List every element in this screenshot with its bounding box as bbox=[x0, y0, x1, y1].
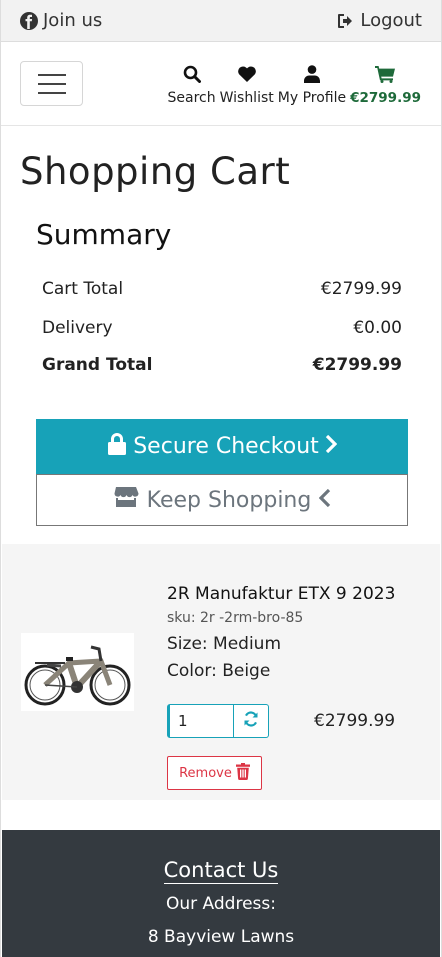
cart-item-row: 2R Manufaktur ETX 9 2023 sku: 2r -2rm-br… bbox=[2, 544, 440, 800]
contact-heading: Contact Us bbox=[2, 858, 440, 884]
top-bar: Join us Logout bbox=[1, 0, 441, 42]
summary-row-cart-total: Cart Total €2799.99 bbox=[42, 279, 402, 299]
product-name[interactable]: 2R Manufaktur ETX 9 2023 bbox=[167, 584, 395, 604]
nav-profile[interactable]: My Profile bbox=[276, 42, 348, 106]
hamburger-bar bbox=[37, 73, 66, 76]
summary-value: €2799.99 bbox=[312, 355, 402, 375]
summary-label: Cart Total bbox=[42, 279, 124, 299]
summary-label: Grand Total bbox=[42, 355, 153, 375]
search-icon bbox=[183, 58, 201, 86]
summary-row-grand-total: Grand Total €2799.99 bbox=[42, 355, 402, 375]
logout-label: Logout bbox=[360, 10, 422, 31]
user-icon bbox=[303, 58, 320, 86]
heart-icon bbox=[237, 58, 257, 86]
page-title: Shopping Cart bbox=[20, 150, 291, 193]
nav-cart-total: €2799.99 bbox=[350, 90, 421, 106]
chevron-right-icon bbox=[325, 434, 338, 459]
shopping-cart-icon bbox=[375, 58, 396, 86]
summary-label: Delivery bbox=[42, 318, 113, 338]
hamburger-bar bbox=[37, 91, 66, 94]
remove-label: Remove bbox=[179, 765, 232, 781]
chevron-left-icon bbox=[319, 488, 331, 513]
quantity-form bbox=[167, 704, 269, 738]
product-image[interactable] bbox=[21, 633, 134, 711]
product-size: Size: Medium bbox=[167, 634, 282, 654]
trash-icon bbox=[235, 762, 250, 784]
secure-checkout-button[interactable]: Secure Checkout bbox=[36, 419, 408, 474]
page: Join us Logout Search Wishlist My Profil… bbox=[0, 0, 442, 957]
secure-checkout-label: Secure Checkout bbox=[133, 434, 319, 459]
nav-wishlist[interactable]: Wishlist bbox=[218, 42, 276, 106]
product-price: €2799.99 bbox=[314, 711, 396, 731]
summary-value: €2799.99 bbox=[320, 279, 402, 299]
hamburger-bar bbox=[37, 82, 66, 85]
footer: Contact Us Our Address: 8 Bayview Lawns bbox=[2, 830, 440, 957]
lock-icon bbox=[107, 432, 127, 461]
nav-search-label: Search bbox=[167, 90, 216, 106]
nav-search[interactable]: Search bbox=[165, 42, 217, 106]
nav-cart[interactable]: €2799.99 bbox=[348, 42, 423, 106]
menu-toggle-button[interactable] bbox=[20, 61, 83, 106]
join-us-label: Join us bbox=[43, 10, 103, 31]
keep-shopping-label: Keep Shopping bbox=[146, 487, 312, 513]
sign-out-icon bbox=[337, 13, 355, 29]
keep-shopping-button[interactable]: Keep Shopping bbox=[36, 474, 408, 526]
product-color: Color: Beige bbox=[167, 661, 271, 681]
main-navbar: Search Wishlist My Profile €2799.99 bbox=[1, 42, 441, 126]
refresh-icon bbox=[243, 711, 259, 731]
quantity-input[interactable] bbox=[167, 704, 234, 738]
remove-item-button[interactable]: Remove bbox=[167, 756, 262, 790]
logout-link[interactable]: Logout bbox=[337, 10, 422, 31]
contact-heading-text: Contact Us bbox=[163, 858, 279, 884]
summary-row-delivery: Delivery €0.00 bbox=[42, 318, 402, 338]
product-sku: sku: 2r -2rm-bro-85 bbox=[167, 610, 304, 626]
facebook-icon bbox=[20, 11, 38, 30]
address-label: Our Address: bbox=[166, 894, 276, 914]
address-line: 8 Bayview Lawns bbox=[147, 927, 295, 947]
nav-wishlist-label: Wishlist bbox=[219, 90, 274, 106]
update-quantity-button[interactable] bbox=[234, 704, 269, 738]
nav-links: Search Wishlist My Profile €2799.99 bbox=[165, 42, 423, 126]
bicycle-image bbox=[24, 645, 131, 706]
nav-profile-label: My Profile bbox=[277, 90, 347, 106]
summary-heading: Summary bbox=[36, 218, 172, 251]
summary-value: €0.00 bbox=[353, 318, 402, 338]
store-icon bbox=[113, 486, 139, 514]
join-us-link[interactable]: Join us bbox=[20, 10, 102, 31]
